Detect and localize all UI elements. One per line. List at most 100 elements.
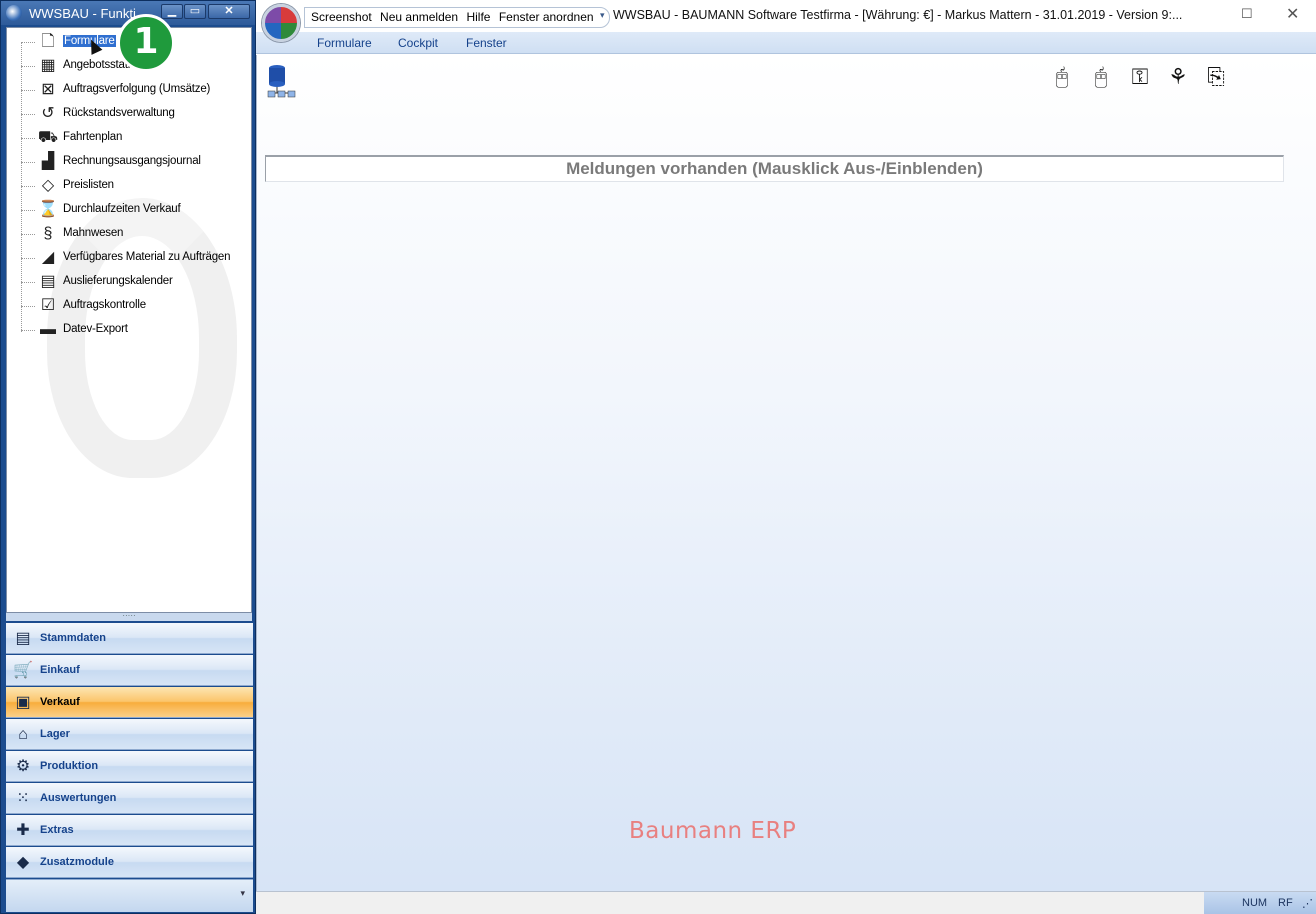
status-bar: NUM RF ⋰ bbox=[256, 891, 1316, 914]
tree-item-label: Auslieferungskalender bbox=[63, 275, 173, 287]
tree-connector bbox=[21, 330, 35, 331]
nav-zusatzmodule[interactable]: ◆ Zusatzmodule bbox=[6, 847, 253, 878]
qat-fenster-anordnen[interactable]: Fenster anordnen bbox=[499, 10, 594, 24]
close-button[interactable]: ✕ bbox=[208, 4, 250, 19]
nav-label: Einkauf bbox=[40, 664, 80, 676]
tree-item[interactable]: ↺ Rückstandsverwaltung bbox=[21, 102, 251, 126]
puzzle-icon: ✚ bbox=[16, 822, 30, 839]
database-network-icon[interactable] bbox=[267, 63, 297, 99]
function-window-title: WWSBAU - Funkti bbox=[29, 6, 136, 21]
tree-connector bbox=[21, 210, 35, 211]
copy-documents-icon[interactable]: ⎘ bbox=[1203, 63, 1229, 91]
mouse-left-icon[interactable]: 🖰 bbox=[1049, 63, 1075, 91]
tree-item[interactable]: ⊠ Auftragsverfolgung (Umsätze) bbox=[21, 78, 251, 102]
nav-label: Produktion bbox=[40, 760, 99, 772]
nav-footer[interactable]: ▾ bbox=[6, 879, 253, 912]
resize-grip-icon[interactable]: ⋰ bbox=[1302, 897, 1313, 910]
shopping-cart-icon: 🛒 bbox=[13, 662, 33, 679]
messages-bar-label: Meldungen vorhanden (Mausklick Aus-/Einb… bbox=[566, 159, 983, 178]
network-icon[interactable]: ⚘ bbox=[1165, 63, 1191, 91]
qat-neu-anmelden[interactable]: Neu anmelden bbox=[380, 10, 458, 24]
nav-label: Lager bbox=[40, 728, 70, 740]
function-tree: 🗋 Formulare ▦ Angebotsstatis ⊠ Auftragsverfol… bbox=[6, 27, 252, 613]
tree-connector bbox=[21, 66, 35, 67]
nav-label: Stammdaten bbox=[40, 632, 107, 644]
qat-hilfe[interactable]: Hilfe bbox=[466, 10, 490, 24]
chevron-down-icon[interactable]: ▾ bbox=[240, 888, 245, 899]
history-icon: ↺ bbox=[41, 105, 55, 122]
workspace: 🖰 🖰 ⚿ ⚘ ⎘ Meldungen vorhanden (Mausklick… bbox=[256, 55, 1316, 891]
tree-item[interactable]: § Mahnwesen bbox=[21, 222, 251, 246]
tree-item-label: Fahrtenplan bbox=[63, 131, 123, 143]
tree-item-label: Durchlaufzeiten Verkauf bbox=[63, 203, 181, 215]
tracking-icon: ⊠ bbox=[41, 81, 55, 98]
maximize-button[interactable]: ▭ bbox=[184, 4, 206, 19]
num-lock-indicator: NUM bbox=[1242, 897, 1268, 909]
nav-label: Extras bbox=[40, 824, 74, 836]
nav-extras[interactable]: ✚ Extras bbox=[6, 815, 253, 846]
nav-produktion[interactable]: ⚙ Produktion bbox=[6, 751, 253, 782]
tree-connector bbox=[21, 90, 35, 91]
tree-item-label: Rückstandsverwaltung bbox=[63, 107, 175, 119]
nav-auswertungen[interactable]: ⁙ Auswertungen bbox=[6, 783, 253, 814]
nav-label: Verkauf bbox=[40, 696, 80, 708]
tree-connector bbox=[21, 162, 35, 163]
messages-toggle-bar[interactable]: Meldungen vorhanden (Mausklick Aus-/Einb… bbox=[265, 155, 1284, 182]
tree-connector bbox=[21, 138, 35, 139]
tree-item[interactable]: ⛟ Fahrtenplan bbox=[21, 126, 251, 150]
journal-icon: ▟ bbox=[41, 153, 55, 170]
tree-item-label: Preislisten bbox=[63, 179, 114, 191]
nav-stammdaten[interactable]: ▤ Stammdaten bbox=[6, 623, 253, 654]
application-orb-button[interactable] bbox=[262, 4, 300, 42]
mouse-right-icon[interactable]: 🖰 bbox=[1088, 63, 1114, 91]
nav-label: Zusatzmodule bbox=[40, 856, 114, 868]
qat-customize-dropdown-icon[interactable]: ▾ bbox=[600, 10, 605, 21]
step-badge: 1 bbox=[117, 14, 175, 72]
tree-connector bbox=[21, 258, 35, 259]
tree-item[interactable]: ▟ Rechnungsausgangsjournal bbox=[21, 150, 251, 174]
truck-icon: ⛟ bbox=[37, 129, 59, 146]
tree-connector bbox=[21, 306, 35, 307]
main-window: Screenshot Neu anmelden Hilfe Fenster an… bbox=[256, 0, 1316, 914]
rf-indicator: RF bbox=[1278, 897, 1293, 909]
key-icon[interactable]: ⚿ bbox=[1127, 63, 1153, 91]
minimize-button[interactable]: ▁ bbox=[161, 4, 183, 19]
tree-item-label: Rechnungsausgangsjournal bbox=[63, 155, 201, 167]
main-window-title: WWSBAU - BAUMANN Software Testfirma - [W… bbox=[613, 8, 1183, 22]
chart-sheet-icon: ▦ bbox=[40, 57, 56, 74]
brand-watermark: Baumann ERP bbox=[629, 818, 797, 844]
close-button[interactable]: ✕ bbox=[1286, 4, 1299, 24]
tree-connector bbox=[21, 114, 35, 115]
maximize-button[interactable]: ☐ bbox=[1241, 6, 1253, 22]
nav-verkauf[interactable]: ▣ Verkauf bbox=[6, 687, 253, 718]
material-icon: ◢ bbox=[41, 249, 55, 266]
tree-item[interactable]: ▬ Datev-Export bbox=[21, 318, 251, 342]
qat-screenshot[interactable]: Screenshot bbox=[311, 10, 372, 24]
nav-label: Auswertungen bbox=[40, 792, 117, 804]
production-icon: ⚙ bbox=[15, 758, 31, 775]
tree-item[interactable]: ▤ Auslieferungskalender bbox=[21, 270, 251, 294]
panel-splitter[interactable]: ····· bbox=[6, 612, 252, 621]
tree-connector bbox=[21, 186, 35, 187]
tree-item[interactable]: ☑ Auftragskontrolle bbox=[21, 294, 251, 318]
menu-formulare[interactable]: Formulare bbox=[317, 36, 372, 50]
tree-item-label: Verfügbares Material zu Aufträgen bbox=[63, 251, 231, 263]
menu-fenster[interactable]: Fenster bbox=[466, 36, 507, 50]
clipboard-check-icon: ☑ bbox=[40, 297, 56, 314]
main-titlebar[interactable]: Screenshot Neu anmelden Hilfe Fenster an… bbox=[256, 0, 1316, 42]
master-data-icon: ▤ bbox=[15, 630, 31, 647]
app-logo-icon bbox=[6, 5, 22, 21]
nav-lager[interactable]: ⌂ Lager bbox=[6, 719, 253, 750]
menu-cockpit[interactable]: Cockpit bbox=[398, 36, 438, 50]
warehouse-icon: ⌂ bbox=[18, 726, 28, 743]
tree-item[interactable]: ◢ Verfügbares Material zu Aufträgen bbox=[21, 246, 251, 270]
tree-item[interactable]: ◇ Preislisten bbox=[21, 174, 251, 198]
tree-item-label: Auftragskontrolle bbox=[63, 299, 146, 311]
hourglass-icon: ⌛ bbox=[38, 201, 58, 218]
function-window: WWSBAU - Funkti ▁ ▭ ✕ 🗋 Formulare ▦ Angebot… bbox=[0, 0, 256, 914]
nav-einkauf[interactable]: 🛒 Einkauf bbox=[6, 655, 253, 686]
price-tag-icon: ◇ bbox=[41, 177, 55, 194]
dunning-icon: § bbox=[43, 225, 53, 242]
tree-connector bbox=[21, 42, 35, 43]
tree-item[interactable]: ⌛ Durchlaufzeiten Verkauf bbox=[21, 198, 251, 222]
